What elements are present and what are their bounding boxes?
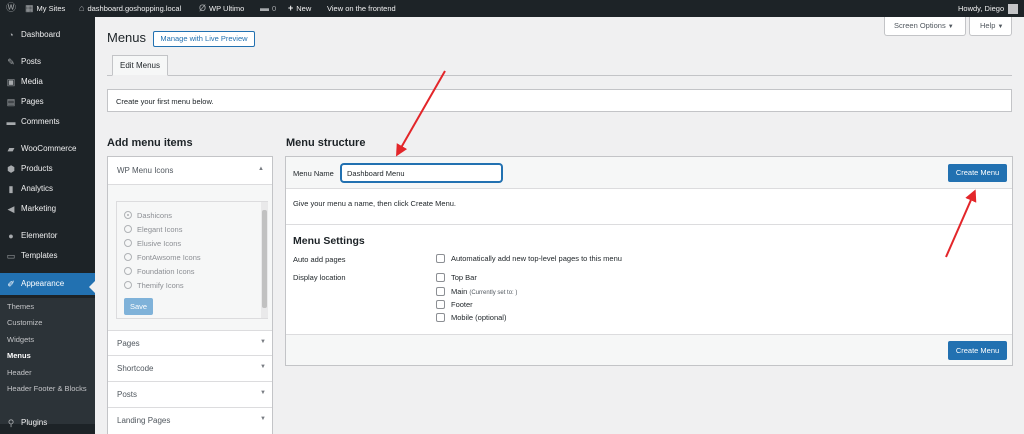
annotation-arrow-to-menu-name <box>396 70 446 157</box>
annotation-arrow-to-create-menu <box>945 189 977 258</box>
annotation-arrows <box>396 70 977 258</box>
